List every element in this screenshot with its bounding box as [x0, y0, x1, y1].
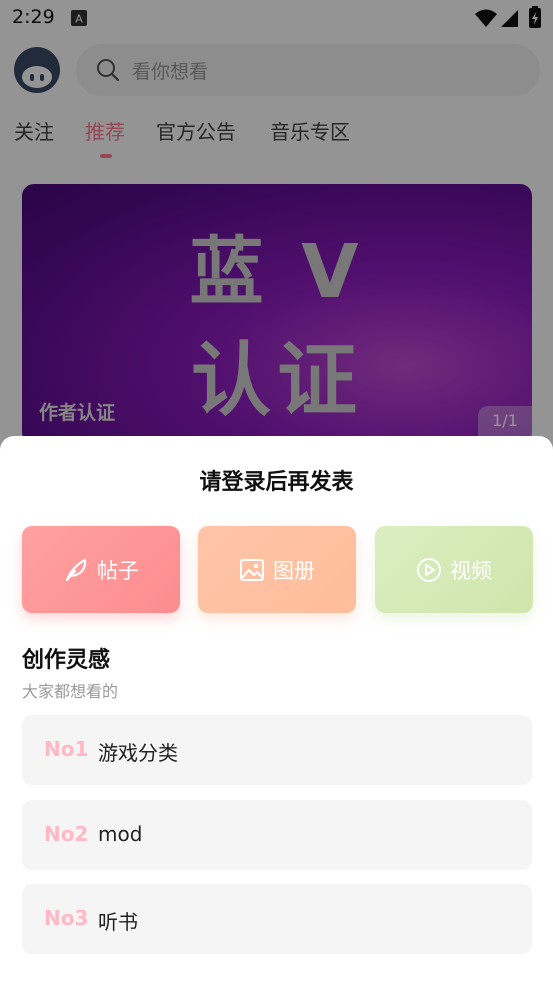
publish-bottom-sheet: 请登录后再发表 帖子 图册 视频 创作灵感 大家都想看的 No1 游戏分类 No…: [0, 436, 553, 984]
inspiration-rank: No1: [44, 737, 89, 761]
inspiration-text: 游戏分类: [98, 741, 178, 765]
inspiration-text: 听书: [98, 910, 138, 934]
inspiration-text: mod: [98, 822, 143, 846]
album-button[interactable]: 图册: [198, 526, 356, 613]
image-icon: [240, 558, 264, 581]
play-circle-icon: [417, 557, 441, 582]
video-button-label: 视频: [450, 558, 492, 583]
inspiration-title: 创作灵感: [22, 648, 111, 673]
video-button[interactable]: 视频: [375, 526, 533, 613]
album-button-label: 图册: [273, 558, 315, 583]
inspiration-rank: No3: [44, 906, 89, 930]
inspiration-item[interactable]: No3 听书: [22, 884, 532, 954]
post-button[interactable]: 帖子: [22, 526, 180, 613]
sheet-title: 请登录后再发表: [199, 470, 354, 495]
feather-icon: [65, 558, 87, 581]
post-button-label: 帖子: [97, 558, 139, 583]
inspiration-subtitle: 大家都想看的: [22, 682, 119, 701]
inspiration-item[interactable]: No1 游戏分类: [22, 715, 532, 785]
inspiration-item[interactable]: No2 mod: [22, 800, 532, 870]
inspiration-rank: No2: [44, 822, 89, 846]
